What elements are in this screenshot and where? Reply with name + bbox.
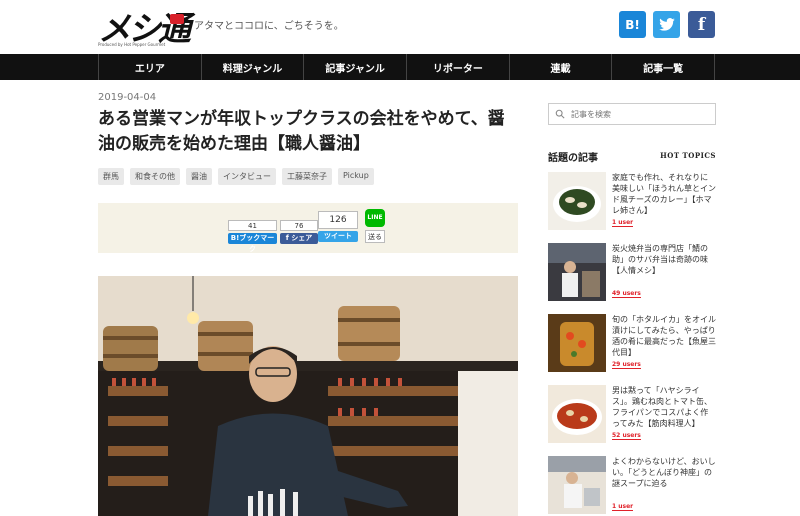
hatena-bookmark-icon[interactable]: B! bbox=[619, 11, 646, 38]
facebook-share[interactable]: 76 f シェア bbox=[280, 220, 318, 246]
hot-topic-item[interactable]: 家庭でも作れ、それなりに美味しい「ほうれん草とインド風チーズのカレー」【ホマレ姉… bbox=[548, 172, 716, 232]
twitter-bird-icon bbox=[658, 18, 675, 31]
hot-topic-thumbnail[interactable] bbox=[548, 172, 606, 230]
hot-topics-subtitle: HOT TOPICS bbox=[660, 151, 716, 160]
article-title: ある営業マンが年収トップクラスの会社をやめて、醤油の販売を始めた理由【職人醤油】 bbox=[98, 109, 505, 154]
twitter-icon[interactable] bbox=[653, 11, 680, 38]
hatena-bookmark-button[interactable]: B!ブックマーク bbox=[228, 233, 277, 253]
wooden-barrel bbox=[103, 326, 158, 371]
search-icon[interactable] bbox=[555, 109, 565, 119]
tag-link[interactable]: 和食その他 bbox=[130, 168, 180, 185]
hot-topic-users[interactable]: 1 user bbox=[612, 219, 634, 227]
nav-item-series[interactable]: 連載 bbox=[508, 54, 612, 80]
line-icon[interactable]: LINE bbox=[365, 209, 385, 227]
hot-topic-users[interactable]: 52 users bbox=[612, 432, 641, 440]
wooden-barrel bbox=[198, 321, 253, 371]
tag-link[interactable]: 醤油 bbox=[186, 168, 212, 185]
line-send-label[interactable]: 送る bbox=[365, 230, 385, 243]
wooden-barrel bbox=[338, 306, 400, 361]
hot-topic-users[interactable]: 29 users bbox=[612, 361, 641, 369]
nav-item-article-list[interactable]: 記事一覧 bbox=[611, 54, 716, 80]
hot-topic-text[interactable]: 家庭でも作れ、それなりに美味しい「ほうれん草とインド風チーズのカレー」【ホマレ姉… bbox=[612, 172, 716, 216]
logo-subtext: Produced by Hot Pepper Gourmet bbox=[98, 42, 166, 47]
site-header: メシ通 Produced by Hot Pepper Gourmet アタマとコ… bbox=[0, 0, 800, 54]
hot-topic-item[interactable]: よくわからないけど、おいしい。「どうとんぼり神座」の謎スープに迫る 1 user bbox=[548, 456, 716, 516]
share-box: 41 B!ブックマーク 76 f シェア 126 ツイート LINE 送る bbox=[98, 203, 518, 253]
tag-link[interactable]: 群馬 bbox=[98, 168, 124, 185]
tag-link[interactable]: 工藤菜奈子 bbox=[282, 168, 332, 185]
hot-topic-text[interactable]: 男は黙って「ハヤシライス」。鶏むね肉とトマト缶、フライパンでコスパよく作ってみた… bbox=[612, 385, 716, 429]
site-logo[interactable]: メシ通 Produced by Hot Pepper Gourmet bbox=[98, 4, 191, 48]
hot-topic-item[interactable]: 旬の「ホタルイカ」をオイル漬けにしてみたら、やっぱり酒の肴に最高だった【魚屋三代… bbox=[548, 314, 716, 374]
article-tags: 群馬 和食その他 醤油 インタビュー 工藤菜奈子 Pickup bbox=[98, 168, 374, 185]
tag-link[interactable]: インタビュー bbox=[218, 168, 276, 185]
tweet-share[interactable]: 126 ツイート bbox=[318, 211, 358, 246]
hot-topic-thumbnail[interactable] bbox=[548, 314, 606, 372]
facebook-share-button[interactable]: f シェア bbox=[280, 233, 318, 244]
search-box bbox=[548, 103, 716, 125]
hot-topic-text[interactable]: よくわからないけど、おいしい。「どうとんぼり神座」の謎スープに迫る bbox=[612, 456, 716, 489]
tweet-button[interactable]: ツイート bbox=[318, 231, 358, 242]
hot-topic-text[interactable]: 旬の「ホタルイカ」をオイル漬けにしてみたら、やっぱり酒の肴に最高だった【魚屋三代… bbox=[612, 314, 716, 358]
nav-item-reporter[interactable]: リポーター bbox=[406, 54, 509, 80]
search-input[interactable] bbox=[571, 104, 711, 124]
nav-item-article-genre[interactable]: 記事ジャンル bbox=[303, 54, 406, 80]
article-hero-image bbox=[98, 276, 518, 516]
hot-topic-thumbnail[interactable] bbox=[548, 243, 606, 301]
main-nav: エリア 料理ジャンル 記事ジャンル リポーター 連載 記事一覧 bbox=[0, 54, 800, 80]
tweet-count: 126 bbox=[318, 211, 358, 229]
hot-topic-text[interactable]: 炭火焼弁当の専門店「鯖の助」のサバ弁当は奇跡の味【人情メシ】 bbox=[612, 243, 716, 276]
logo-badge bbox=[170, 14, 184, 24]
hot-topic-item[interactable]: 男は黙って「ハヤシライス」。鶏むね肉とトマト缶、フライパンでコスパよく作ってみた… bbox=[548, 385, 716, 445]
facebook-icon[interactable]: f bbox=[688, 11, 715, 38]
site-tagline: アタマとココロに、ごちそうを。 bbox=[194, 21, 344, 32]
hot-topics-title: 話題の記事 bbox=[548, 153, 598, 164]
nav-item-cuisine-genre[interactable]: 料理ジャンル bbox=[200, 54, 304, 80]
hatena-count: 41 bbox=[228, 220, 277, 231]
hot-topic-item[interactable]: 炭火焼弁当の専門店「鯖の助」のサバ弁当は奇跡の味【人情メシ】 49 users bbox=[548, 243, 716, 303]
hot-topic-users[interactable]: 49 users bbox=[612, 290, 641, 298]
line-share[interactable]: LINE 送る bbox=[365, 209, 385, 245]
hot-topic-thumbnail[interactable] bbox=[548, 385, 606, 443]
article-date: 2019-04-04 bbox=[98, 92, 157, 103]
tag-link[interactable]: Pickup bbox=[338, 168, 374, 185]
hot-topic-users[interactable]: 1 user bbox=[612, 503, 634, 511]
hot-topics-header: 話題の記事 HOT TOPICS bbox=[548, 149, 716, 165]
facebook-count: 76 bbox=[280, 220, 318, 231]
nav-item-area[interactable]: エリア bbox=[98, 54, 201, 80]
hatena-share[interactable]: 41 B!ブックマーク bbox=[228, 220, 277, 253]
hot-topic-thumbnail[interactable] bbox=[548, 456, 606, 514]
